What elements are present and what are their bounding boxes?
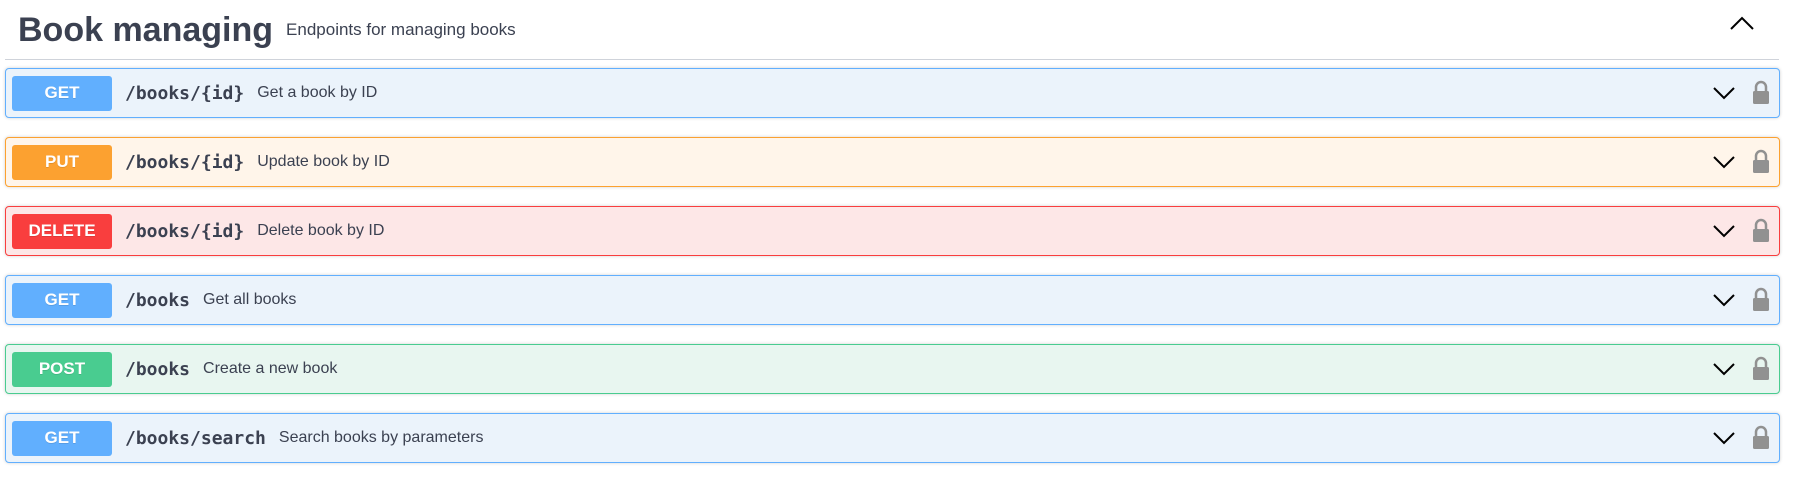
operation-summary: Create a new book (203, 360, 338, 377)
operation-path: /books (125, 289, 191, 311)
operation-row[interactable]: GET /books Get all books (5, 275, 1780, 325)
method-badge: PUT (12, 144, 112, 180)
method-badge: GET (12, 282, 112, 318)
section-title: Book managing (18, 10, 274, 49)
chevron-down-icon (1713, 87, 1735, 100)
chevron-down-icon (1713, 225, 1735, 238)
operation-path: /books/{id} (125, 220, 245, 242)
expand-button[interactable] (1709, 423, 1739, 453)
operation-row[interactable]: GET /books/{id} Get a book by ID (5, 68, 1780, 118)
chevron-up-icon (1730, 16, 1754, 30)
lock-icon (1753, 425, 1769, 449)
operation-row[interactable]: PUT /books/{id} Update book by ID (5, 137, 1780, 187)
authorize-button[interactable] (1749, 78, 1773, 108)
operation-row[interactable]: DELETE /books/{id} Delete book by ID (5, 206, 1780, 256)
section-header[interactable]: Book managing Endpoints for managing boo… (5, 0, 1779, 60)
section-description: Endpoints for managing books (286, 19, 516, 39)
lock-icon (1753, 287, 1769, 311)
operation-row[interactable]: POST /books Create a new book (5, 344, 1780, 394)
method-badge: GET (12, 420, 112, 456)
method-badge: DELETE (12, 213, 112, 249)
operation-row[interactable]: GET /books/search Search books by parame… (5, 413, 1780, 463)
lock-icon (1753, 149, 1769, 173)
lock-icon (1753, 80, 1769, 104)
operation-path: /books (125, 358, 191, 380)
swagger-page: Book managing Endpoints for managing boo… (0, 0, 1797, 480)
expand-button[interactable] (1709, 354, 1739, 384)
authorize-button[interactable] (1749, 147, 1773, 177)
expand-button[interactable] (1709, 147, 1739, 177)
operations-list: GET /books/{id} Get a book by ID PUT /bo… (5, 68, 1780, 480)
lock-icon (1753, 218, 1769, 242)
operation-path: /books/{id} (125, 151, 245, 173)
authorize-button[interactable] (1749, 216, 1773, 246)
operation-summary: Delete book by ID (257, 222, 385, 239)
method-badge: POST (12, 351, 112, 387)
chevron-down-icon (1713, 156, 1735, 169)
operation-summary: Update book by ID (257, 153, 390, 170)
method-badge: GET (12, 75, 112, 111)
authorize-button[interactable] (1749, 285, 1773, 315)
operation-summary: Get a book by ID (257, 84, 378, 101)
chevron-down-icon (1713, 432, 1735, 445)
authorize-button[interactable] (1749, 423, 1773, 453)
authorize-button[interactable] (1749, 354, 1773, 384)
operation-summary: Get all books (203, 291, 297, 308)
expand-button[interactable] (1709, 216, 1739, 246)
lock-icon (1753, 356, 1769, 380)
operation-path: /books/{id} (125, 82, 245, 104)
chevron-down-icon (1713, 294, 1735, 307)
operation-path: /books/search (125, 427, 266, 449)
expand-button[interactable] (1709, 285, 1739, 315)
chevron-down-icon (1713, 363, 1735, 376)
section-collapse-button[interactable] (1725, 8, 1759, 38)
expand-button[interactable] (1709, 78, 1739, 108)
operation-summary: Search books by parameters (278, 429, 484, 446)
